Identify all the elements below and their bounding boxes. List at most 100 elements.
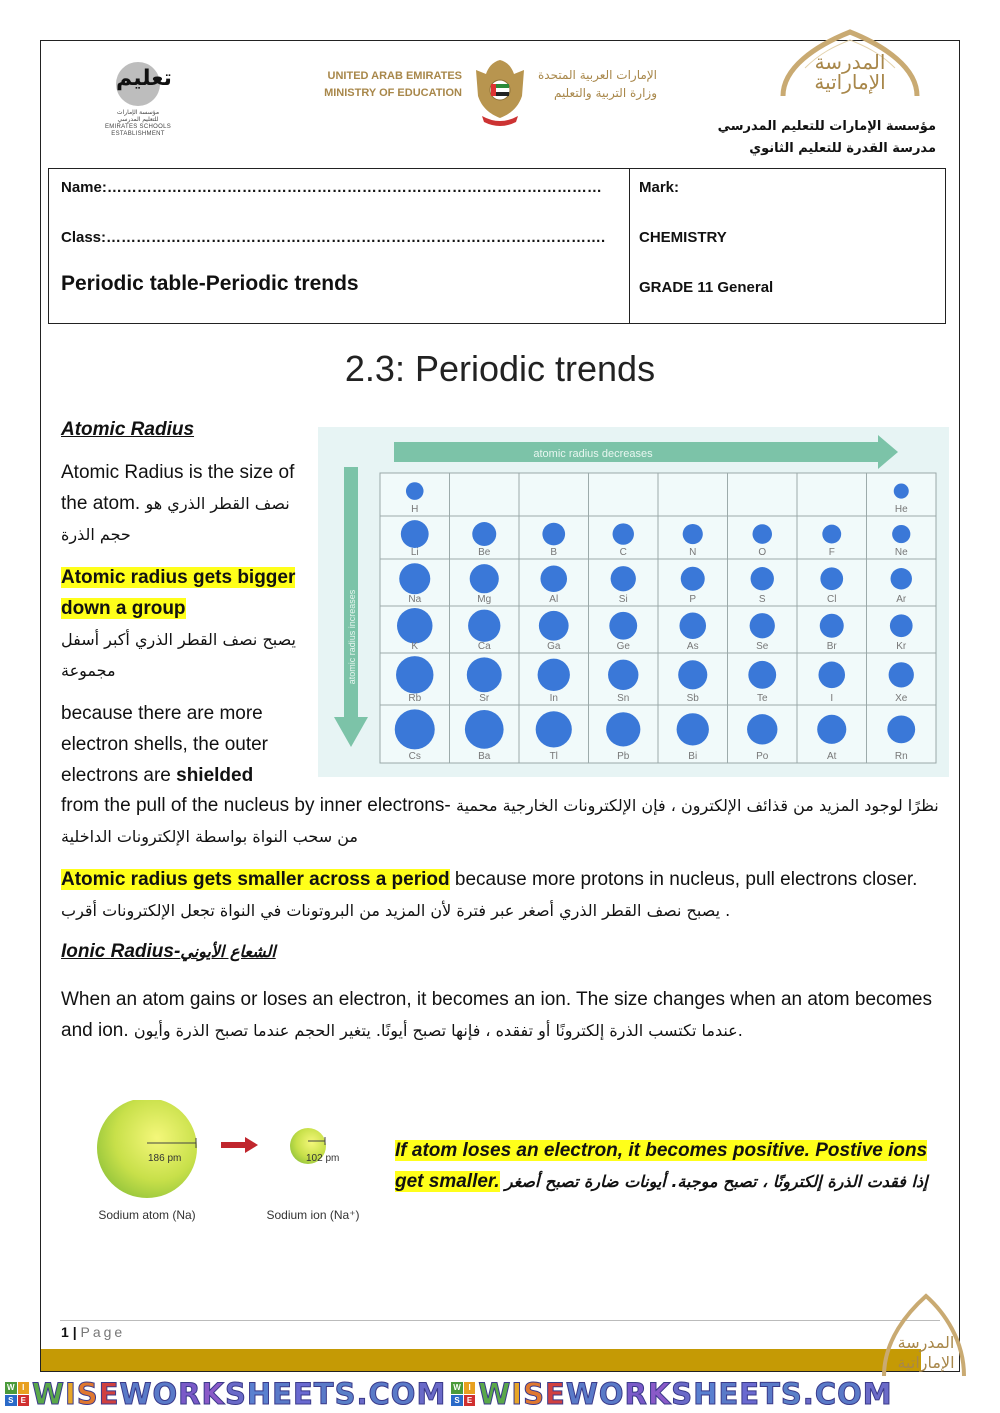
element-symbol: Se xyxy=(756,641,769,652)
class-field[interactable]: Class:………………………………………………………………………………………. xyxy=(61,229,605,246)
element-symbol: Ca xyxy=(478,641,491,652)
atom-Na xyxy=(399,563,431,595)
taleem-logo-icon: تعليم xyxy=(116,62,172,106)
atom-O xyxy=(752,524,773,544)
element-symbol: Bi xyxy=(688,751,697,762)
element-symbol: Tl xyxy=(550,751,558,762)
atomic-radius-heading: Atomic Radius xyxy=(61,419,195,440)
ministry-english: UNITED ARAB EMIRATES MINISTRY OF EDUCATI… xyxy=(324,70,462,99)
watermark-letter: C xyxy=(368,1377,391,1412)
watermark-letter: E xyxy=(545,1377,566,1412)
atom-Br xyxy=(819,613,844,638)
atom-At xyxy=(817,714,847,744)
mark-field[interactable]: Mark: xyxy=(639,179,679,196)
element-symbol: K xyxy=(411,641,418,652)
atom-Be xyxy=(472,522,497,547)
watermark-letter: O xyxy=(152,1377,179,1412)
atom-Xe xyxy=(888,662,914,688)
footer-school-logo-icon: المدرسة الإماراتية xyxy=(882,1293,966,1377)
footer-divider xyxy=(60,1320,940,1321)
watermark-letter: O xyxy=(598,1377,625,1412)
watermark-letter: O xyxy=(837,1377,863,1412)
group-trend-highlight: Atomic radius gets bigger down a group xyxy=(61,567,296,619)
element-symbol: Ar xyxy=(896,594,907,605)
atom-H xyxy=(405,482,424,500)
element-symbol: As xyxy=(687,641,699,652)
element-symbol: Al xyxy=(549,594,558,605)
emirates-schools-logo: تعليم مؤسسة الإمارات للتعليم المدرسي EMI… xyxy=(103,58,173,138)
watermark-letter: T xyxy=(313,1377,335,1412)
atom-Pb xyxy=(606,712,641,747)
group-trend-paragraph: Atomic radius gets bigger down a group ي… xyxy=(61,567,296,680)
logo-caption: مؤسسة الإمارات للتعليم المدرسي EMIRATES … xyxy=(104,110,172,137)
watermark-letter: W xyxy=(32,1377,65,1412)
watermark-letter: R xyxy=(624,1377,648,1412)
worksheet-title: Periodic table-Periodic trends xyxy=(61,272,359,295)
element-symbol: Ga xyxy=(547,641,561,652)
atom-Kr xyxy=(889,614,913,638)
atom-Al xyxy=(540,565,568,593)
watermark-letter: H xyxy=(246,1377,273,1412)
watermark-letter: O xyxy=(390,1377,417,1412)
student-info-table: Name:……………………………………………………………………………………… C… xyxy=(48,168,946,324)
atom-Cl xyxy=(820,567,844,591)
atom-In xyxy=(537,658,570,691)
watermark-letter: S xyxy=(671,1377,694,1412)
atom-Ne xyxy=(892,524,911,544)
element-symbol: Po xyxy=(756,751,769,762)
atom-radius-label: 186 pm xyxy=(148,1153,181,1164)
watermark-letter: W xyxy=(119,1377,153,1412)
element-symbol: O xyxy=(758,547,766,558)
watermark-letter: K xyxy=(647,1377,672,1412)
element-symbol: P xyxy=(689,594,696,605)
element-symbol: Sr xyxy=(479,693,490,704)
ministry-arabic: الإمارات العربية المتحدة وزارة التربية و… xyxy=(538,68,657,100)
footer-gold-bar xyxy=(41,1349,921,1371)
watermark-letter: W xyxy=(565,1377,599,1412)
atomic-radius-section: Atomic Radius Atomic Radius is the size … xyxy=(61,414,311,791)
svg-text:الإماراتية: الإماراتية xyxy=(897,1353,954,1373)
page-number: 1 | Page xyxy=(61,1324,126,1340)
subject-label: CHEMISTRY xyxy=(639,229,727,246)
element-symbol: S xyxy=(759,594,766,605)
watermark-letter: E xyxy=(739,1377,761,1412)
wise-badge-icon: W I S E xyxy=(451,1382,476,1406)
name-field[interactable]: Name:……………………………………………………………………………………… xyxy=(61,179,602,196)
page-title: 2.3: Periodic trends xyxy=(344,348,656,389)
element-symbol: In xyxy=(550,693,558,704)
watermark-letter: K xyxy=(201,1377,225,1412)
uae-emblem-icon xyxy=(476,60,524,126)
atom-N xyxy=(682,523,703,545)
ion-caption: Sodium ion (Na⁺) xyxy=(266,1208,359,1222)
arrow-right-icon xyxy=(221,1137,258,1153)
element-symbol: I xyxy=(830,693,833,704)
watermark-letter: W xyxy=(478,1377,512,1412)
atom-P xyxy=(680,566,705,591)
atom-Rb xyxy=(396,656,434,694)
atom-Rn xyxy=(887,715,916,744)
element-symbol: Rn xyxy=(895,751,908,762)
shielding-paragraph: from the pull of the nucleus by inner el… xyxy=(61,795,939,846)
ministry-banner: UNITED ARAB EMIRATES MINISTRY OF EDUCATI… xyxy=(300,52,700,132)
element-symbol: Li xyxy=(411,547,419,558)
watermark-letter: E xyxy=(292,1377,314,1412)
atom-Ca xyxy=(468,609,501,642)
watermark-text: WISEWORKSHEETS.COM xyxy=(32,1377,446,1412)
watermark-letter: S xyxy=(76,1377,99,1412)
ionic-radius-heading: Ionic Radius-الشعاع الأيوني xyxy=(61,941,276,962)
atom-caption: Sodium atom (Na) xyxy=(98,1208,195,1222)
element-symbol: Na xyxy=(408,594,421,605)
watermark-letter: S xyxy=(334,1377,357,1412)
grade-label: GRADE 11 General xyxy=(639,279,774,296)
period-trend-highlight: Atomic radius gets smaller across a peri… xyxy=(61,869,450,890)
element-symbol: Ba xyxy=(478,751,491,762)
element-symbol: Sb xyxy=(687,693,700,704)
atom-S xyxy=(750,567,774,591)
watermark-letter: M xyxy=(862,1377,893,1412)
watermark-banner[interactable]: W I S E WISEWORKSHEETS.COM W I S E WISEW… xyxy=(0,1375,1000,1413)
watermark-letter: I xyxy=(511,1377,524,1412)
atom-He xyxy=(893,483,909,499)
atom-Sb xyxy=(678,660,708,690)
element-symbol: Kr xyxy=(896,641,907,652)
svg-text:المدرسة: المدرسة xyxy=(898,1333,955,1353)
